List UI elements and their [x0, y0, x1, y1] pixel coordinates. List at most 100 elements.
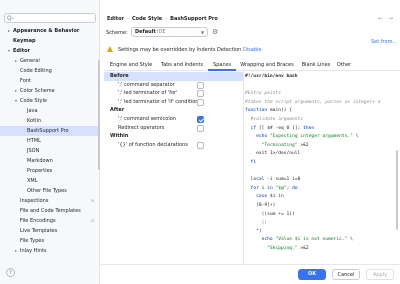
code-token: for — [250, 185, 259, 191]
code-line: echo "Value $i is not numeric." \ — [245, 236, 353, 244]
code-line: #takes the script arguments, parses as i… — [245, 99, 381, 107]
sidebar-item-other-file-types[interactable]: Other File Types — [0, 186, 100, 196]
sidebar-item-editor[interactable]: ▾ Editor — [0, 46, 100, 56]
back-arrow-icon[interactable]: ← — [378, 15, 383, 23]
scheme-value: Default — [135, 29, 156, 35]
breadcrumb-bashsupport-pro: BashSupport Pro — [170, 16, 218, 22]
sidebar-item-label: Color Scheme — [20, 88, 55, 94]
apply-button[interactable]: Apply — [366, 269, 394, 280]
chevron-right-icon[interactable]: ▸ — [6, 26, 12, 36]
chevron-right-icon[interactable]: ▸ — [13, 86, 19, 96]
sidebar-item-color-scheme[interactable]: ▸ Color Scheme — [0, 86, 100, 96]
sidebar-item-label: File Encodings — [20, 218, 56, 224]
preview-scrollbar[interactable] — [396, 150, 398, 230]
cancel-button[interactable]: Cancel — [332, 269, 360, 280]
gear-icon[interactable]: ⚙ — [212, 28, 218, 36]
option-checkbox[interactable] — [197, 141, 204, 149]
code-token: do — [292, 185, 298, 191]
sidebar-item-label: File Types — [20, 238, 45, 244]
tab-engine-and-style[interactable]: Engine and Style — [106, 60, 156, 71]
chevron-down-icon: ▼ — [200, 30, 204, 35]
tab-blank-lines[interactable]: Blank Lines — [298, 60, 334, 71]
tab-other[interactable]: Other — [334, 60, 354, 71]
option-checkbox[interactable] — [197, 116, 204, 123]
tab-spaces[interactable]: Spaces — [208, 60, 236, 71]
option-checkbox[interactable] — [197, 124, 204, 132]
option-row[interactable]: '{}' of function declarations — [104, 141, 244, 150]
sidebar-item-label: Java — [27, 108, 38, 114]
sidebar-item-inspections[interactable]: Inspections ⊡ — [0, 196, 100, 206]
sidebar-item-java[interactable]: Java — [0, 106, 100, 116]
option-checkbox[interactable] — [197, 90, 204, 98]
sidebar-item-code-style[interactable]: ▾ Code Style — [0, 96, 100, 106]
project-scope-icon: ⊡ — [90, 218, 94, 223]
code-token: case — [256, 194, 268, 200]
sidebar-item-markdown[interactable]: Markdown — [0, 156, 100, 166]
help-icon[interactable]: ? — [6, 268, 15, 277]
code-token: #takes the script arguments, parses as i… — [245, 99, 381, 105]
chevron-right-icon: › — [127, 16, 129, 22]
sidebar-item-properties[interactable]: Properties — [0, 166, 100, 176]
scheme-tag: IDE — [157, 29, 166, 35]
sidebar-item-label: Inspections — [20, 198, 49, 204]
sidebar-item-file-types[interactable]: File Types — [0, 236, 100, 246]
breadcrumb-code-style[interactable]: Code Style — [132, 16, 162, 22]
sidebar-item-file-encodings[interactable]: File Encodings ⊡ — [0, 216, 100, 226]
forward-arrow-icon[interactable]: → — [388, 15, 393, 23]
code-token: >&2 — [297, 142, 309, 148]
code-token: #validate arguments — [245, 117, 304, 122]
code-line: local -i sum=1 i=0 — [245, 176, 301, 184]
indent-detection-warning: Settings may be overridden by Indents De… — [118, 46, 262, 54]
code-token: in — [278, 194, 284, 200]
sidebar-item-code-editing[interactable]: Code Editing — [0, 66, 100, 76]
code-token: then — [303, 125, 315, 131]
scheme-dropdown[interactable]: Default IDE ▼ — [131, 27, 208, 37]
breadcrumb-editor[interactable]: Editor — [107, 16, 124, 22]
code-line: fi — [245, 159, 257, 167]
dialog-footer: OK Cancel Apply — [100, 264, 400, 284]
sidebar-item-xml[interactable]: XML — [0, 176, 100, 186]
sidebar-item-appearance-behavior[interactable]: ▸ Appearance & Behavior — [0, 26, 100, 36]
scheme-label: Scheme: — [106, 30, 128, 36]
option-checkbox[interactable] — [197, 98, 204, 106]
sidebar-item-bashsupport-pro[interactable]: BashSupport Pro — [0, 126, 100, 136]
tab-wrapping-and-braces[interactable]: Wrapping and Braces — [236, 60, 298, 71]
sidebar-item-kotlin[interactable]: Kotlin — [0, 116, 100, 126]
sidebar-item-label: XML — [27, 178, 38, 184]
sidebar-item-general[interactable]: ▸ General — [0, 56, 100, 66]
code-line: "Skipping." >&2 — [245, 245, 309, 253]
chevron-down-icon[interactable]: ▾ — [13, 96, 19, 106]
sidebar-item-inlay-hints[interactable]: ▸ Inlay Hints — [0, 246, 100, 256]
code-preview[interactable]: #!/usr/bin/env bash #Entry points #takes t… — [244, 71, 400, 265]
code-line: exit 1>/dev/null — [245, 150, 300, 158]
code-token: $i — [267, 194, 279, 200]
sidebar-item-json[interactable]: JSON — [0, 146, 100, 156]
sidebar-item-label: General — [20, 58, 40, 64]
sidebar-scrollbar[interactable] — [98, 60, 100, 170]
sidebar-item-label: JSON — [27, 148, 40, 154]
sidebar-item-label: Code Editing — [20, 68, 52, 74]
tab-tabs-and-indents[interactable]: Tabs and Indents — [156, 60, 208, 71]
set-from-link[interactable]: Set from... — [371, 38, 397, 46]
disable-link[interactable]: Disable — [243, 47, 262, 53]
sidebar-item-html[interactable]: HTML — [0, 136, 100, 146]
code-line: echo "Expecting integer arguments." \ — [245, 133, 358, 141]
sidebar-item-keymap[interactable]: Keymap — [0, 36, 100, 46]
code-line: ;; — [245, 219, 268, 227]
option-checkbox[interactable] — [197, 81, 204, 89]
sidebar-item-label: Markdown — [27, 158, 53, 164]
sidebar-item-font[interactable]: Font — [0, 76, 100, 86]
ok-button[interactable]: OK — [298, 269, 326, 280]
chevron-right-icon[interactable]: ▸ — [13, 246, 19, 256]
code-token: fi — [250, 160, 257, 165]
sidebar-item-live-templates[interactable]: Live Templates — [0, 226, 100, 236]
settings-search-input[interactable]: Q- — [4, 13, 96, 23]
code-style-tabs: Engine and Style Tabs and Indents Spaces Wr… — [104, 60, 400, 71]
sidebar-item-file-and-code-templates[interactable]: File and Code Templates — [0, 206, 100, 216]
code-line: for i in "$@"; do — [245, 185, 298, 193]
code-line: case $i in — [245, 193, 284, 201]
chevron-down-icon[interactable]: ▾ — [6, 46, 12, 56]
chevron-right-icon[interactable]: ▸ — [13, 56, 19, 66]
code-token: "Expecting integer arguments." — [269, 134, 353, 140]
